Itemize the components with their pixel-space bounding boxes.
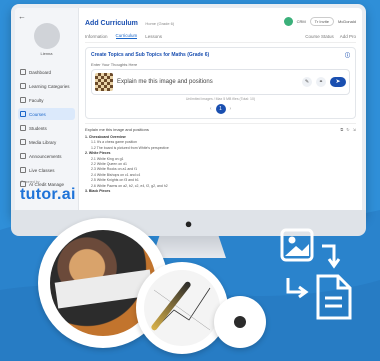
video-icon: [20, 167, 26, 173]
tab-lessons[interactable]: Lessons: [145, 34, 162, 39]
tab-information[interactable]: Information: [85, 34, 108, 39]
input-label: Enter Your Thoughts Here: [91, 62, 138, 67]
page-subtitle: Home (Grade 6): [145, 21, 175, 26]
crm-icon[interactable]: [283, 16, 293, 26]
expand-icon[interactable]: ⇲: [353, 127, 356, 132]
sidebar-item-label: Announcements: [29, 153, 62, 159]
page-number[interactable]: 1: [215, 104, 226, 114]
response-body: 1. Chessboard Overview 1.1 It's a chess …: [85, 135, 356, 194]
students-icon: [20, 125, 26, 131]
sidebar-item-learning-categories[interactable]: Learning Categories: [18, 80, 75, 92]
sidebar-item-students[interactable]: Students: [18, 122, 75, 134]
apple-logo-icon: ●: [184, 215, 193, 231]
info-icon[interactable]: ⓘ: [345, 52, 350, 59]
app-screen: ← Lienna Dashboard Learning Categories F…: [15, 8, 362, 214]
sidebar: ← Lienna Dashboard Learning Categories F…: [15, 8, 79, 214]
crm-label[interactable]: CRM: [297, 19, 306, 24]
sidebar-item-dashboard[interactable]: Dashboard: [18, 66, 75, 78]
math-photo-circle: [136, 262, 228, 354]
chessboard-thumbnail[interactable]: [95, 73, 113, 91]
sidebar-item-faculty[interactable]: Faculty: [18, 94, 75, 106]
top-right-actions: CRM Tr Invite McDonald: [283, 16, 356, 26]
powered-by-label: Powered by: [21, 180, 40, 184]
send-button[interactable]: ➤: [330, 77, 346, 87]
small-dot: [234, 316, 246, 328]
ai-response: Explain me this image and positions ⧉ ↻ …: [85, 123, 356, 194]
courses-icon: [20, 111, 26, 117]
sidebar-item-label: Learning Categories: [29, 83, 70, 89]
card-title: Create Topics and Sub Topics for Maths (…: [91, 52, 350, 59]
sidebar-item-label: Media Library: [29, 139, 57, 145]
sidebar-item-label: Courses: [29, 111, 46, 117]
pen-icon[interactable]: ✎: [302, 77, 312, 87]
sidebar-item-announcements[interactable]: Announcements: [18, 150, 75, 162]
sidebar-item-label: Live Classes: [29, 167, 55, 173]
monitor: ← Lienna Dashboard Learning Categories F…: [11, 4, 366, 218]
sidebar-item-courses[interactable]: Courses: [18, 108, 75, 120]
announcement-icon: [20, 153, 26, 159]
page-title: Add Curriculum: [85, 20, 138, 27]
sidebar-item-live-classes[interactable]: Live Classes: [18, 164, 75, 176]
response-heading: Explain me this image and positions: [85, 127, 149, 132]
tab-bar: Information Curriculum Lessons Course St…: [85, 33, 356, 43]
tab-bar-right: Course Status Add Pro: [305, 34, 356, 39]
response-header: Explain me this image and positions ⧉ ↻ …: [85, 127, 356, 132]
refresh-icon[interactable]: ↻: [346, 127, 349, 132]
attach-icon[interactable]: ⚭: [316, 77, 326, 87]
response-line: 3. Black Pieces: [85, 189, 111, 194]
avatar[interactable]: [33, 23, 60, 49]
image-to-document-icon: [280, 228, 352, 320]
sidebar-item-label: Students: [29, 125, 47, 131]
graph-lines: [153, 287, 211, 331]
prompt-input-row: Explain me this image and positions ✎ ⚭ …: [91, 69, 350, 95]
user-menu[interactable]: McDonald: [338, 19, 356, 24]
top-bar: Add Curriculum Home (Grade 6) CRM Tr Inv…: [85, 12, 356, 30]
pager: ‹ 1 ›: [91, 104, 350, 114]
back-arrow-icon[interactable]: ←: [18, 12, 75, 21]
media-icon: [20, 139, 26, 145]
tab-curriculum[interactable]: Curriculum: [115, 33, 138, 39]
sidebar-item-label: Dashboard: [29, 69, 52, 75]
prompt-input[interactable]: Explain me this image and positions: [117, 79, 298, 85]
prev-page-icon[interactable]: ‹: [210, 106, 212, 112]
card-title-text: Create Topics and Sub Topics for Maths (…: [91, 52, 210, 58]
dashboard-icon: [20, 69, 26, 75]
sidebar-item-media-library[interactable]: Media Library: [18, 136, 75, 148]
topic-generator-card: Create Topics and Sub Topics for Maths (…: [85, 47, 356, 119]
add-pro-button[interactable]: Add Pro: [340, 34, 356, 39]
invite-button[interactable]: Tr Invite: [309, 16, 334, 26]
sidebar-item-label: Faculty: [29, 97, 44, 103]
small-circle: [214, 296, 266, 348]
main-content: Add Curriculum Home (Grade 6) CRM Tr Inv…: [79, 8, 362, 214]
course-status[interactable]: Course Status: [305, 34, 334, 39]
categories-icon: [20, 83, 26, 89]
sidebar-nav: Dashboard Learning Categories Faculty Co…: [18, 66, 75, 190]
faculty-icon: [20, 97, 26, 103]
graph-paper: [144, 270, 220, 346]
username: Lienna: [40, 51, 53, 56]
copy-icon[interactable]: ⧉: [340, 127, 343, 132]
response-tools: ⧉ ↻ ⇲: [340, 127, 356, 132]
monitor-stand: [152, 236, 226, 258]
next-page-icon[interactable]: ›: [230, 106, 232, 112]
upload-helper-text: Unlimited images / Max 5 MB files (Total…: [185, 97, 256, 101]
brand-logo: tutor.ai: [20, 186, 76, 203]
